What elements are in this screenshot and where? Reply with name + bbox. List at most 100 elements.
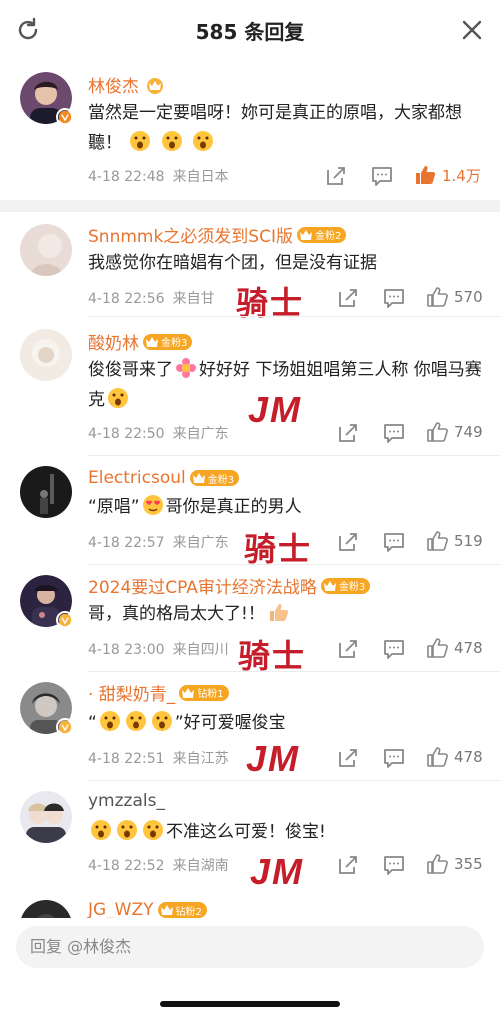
comment-meta: 4-18 22:56 来自甘 [88, 291, 215, 307]
comment-author[interactable]: Snnmmk之必须发到SCI版 金粉2 [88, 222, 347, 247]
crown-icon [160, 905, 173, 915]
crown-icon [192, 473, 205, 483]
comment-location: 来自日本 [172, 169, 229, 185]
comment-text: “”好可爱喔俊宝 [88, 708, 482, 738]
thumbs-up-icon [427, 747, 448, 767]
comment-text: 我感觉你在暗娼有个团，但是没有证据 [88, 253, 377, 273]
avatar[interactable] [20, 224, 72, 276]
main-comment: 林俊杰 當然是一定要唱呀！妳可是真正的原唱，大家都想聽！ 4-18 22:48 来… [0, 60, 500, 200]
stamp-text: JM [246, 738, 301, 779]
like-button[interactable]: 570 [426, 286, 483, 308]
reply-item: · 甜梨奶青_ 钻粉1 “”好可爱喔俊宝 4-18 22:51 来自江苏 JM 4… [0, 672, 500, 780]
comment-author[interactable]: ymzzals_ [88, 791, 165, 811]
thumbs-up-icon [427, 422, 448, 442]
home-indicator [160, 1001, 340, 1007]
flower-emoji-icon [176, 358, 196, 378]
fan-badge: 钻粉1 [179, 684, 229, 701]
share-icon[interactable] [336, 853, 360, 877]
comment-icon[interactable] [382, 421, 406, 445]
reply-item: JG_WZY 钻粉2 [0, 892, 500, 918]
like-button[interactable]: 478 [426, 637, 483, 659]
reply-item: ymzzals_ 不准这么可爱！俊宝! 4-18 22:52 来自湖南 JM 35… [0, 781, 500, 892]
comment-icon[interactable] [382, 746, 406, 770]
comment-meta: 4-18 22:52 来自湖南 [88, 858, 229, 874]
avatar[interactable] [20, 575, 74, 629]
share-icon[interactable] [336, 637, 360, 661]
surprised-emoji-icon [130, 131, 151, 151]
fan-badge: 钻粉2 [157, 902, 207, 918]
surprised-emoji-icon [151, 711, 172, 731]
comment-meta: 4-18 22:51 来自江苏 [88, 751, 229, 767]
close-icon[interactable] [458, 16, 486, 44]
thumbs-up-icon [427, 531, 448, 551]
comment-icon[interactable] [382, 530, 406, 554]
comment-meta: 4-18 22:57 来自广东 [88, 535, 229, 551]
comment-icon[interactable] [382, 853, 406, 877]
reply-item: Electricsoul 金粉3 “原唱” 哥你是真正的男人 4-18 22:57… [0, 456, 500, 567]
surprised-emoji-icon [125, 711, 146, 731]
avatar[interactable] [20, 791, 72, 843]
surprised-emoji-icon [117, 820, 137, 840]
avatar[interactable] [20, 329, 72, 381]
comment-meta: 4-18 22:48 来自日本 [88, 166, 229, 186]
comment-icon[interactable] [382, 637, 406, 661]
thumbs-up-icon [416, 166, 436, 184]
fan-badge: 金粉3 [143, 333, 193, 350]
crown-icon [182, 687, 195, 698]
surprised-emoji-icon [91, 820, 111, 840]
share-icon[interactable] [324, 164, 348, 188]
avatar[interactable] [20, 682, 74, 736]
share-icon[interactable] [336, 746, 360, 770]
fan-badge: 金粉2 [296, 226, 347, 243]
thumbs-up-icon [427, 287, 448, 307]
reply-input[interactable]: 回复 @林俊杰 [16, 926, 484, 968]
page-title: 585 条回复 [195, 19, 305, 44]
reply-item: 2024要过CPA审计经济法战略 金粉3 哥，真的格局太大了!！ 4-18 23… [0, 565, 500, 674]
surprised-emoji-icon [161, 131, 182, 151]
refresh-icon[interactable] [14, 16, 42, 44]
comment-author[interactable]: 林俊杰 [88, 72, 167, 97]
like-button[interactable]: 519 [426, 530, 483, 552]
surprised-emoji-icon [143, 820, 163, 840]
like-button[interactable]: 355 [426, 853, 483, 875]
avatar[interactable] [20, 72, 74, 126]
heart-eyes-emoji-icon [142, 495, 163, 515]
section-divider [0, 200, 500, 212]
share-icon[interactable] [336, 530, 360, 554]
avatar[interactable] [20, 900, 72, 918]
comment-author[interactable]: Electricsoul 金粉3 [88, 468, 240, 488]
like-button[interactable]: 1.4万 [414, 164, 481, 186]
stamp-text: JM [250, 851, 305, 892]
share-icon[interactable] [336, 286, 360, 310]
like-count: 1.4万 [442, 166, 481, 185]
avatar[interactable] [20, 466, 72, 518]
verified-badge-icon [56, 718, 74, 736]
like-button[interactable]: 478 [426, 746, 483, 768]
comment-icon[interactable] [382, 286, 406, 310]
surprised-emoji-icon [108, 388, 128, 408]
comment-meta: 4-18 22:50 来自广东 [88, 426, 229, 442]
comment-text: 哥，真的格局太大了!！ [88, 599, 482, 629]
comment-author[interactable]: · 甜梨奶青_ 钻粉1 [88, 680, 229, 705]
crown-icon [146, 336, 158, 347]
comment-meta: 4-18 23:00 来自四川 [88, 642, 229, 658]
comment-author[interactable]: JG_WZY 钻粉2 [88, 900, 207, 918]
comment-author[interactable]: 2024要过CPA审计经济法战略 金粉3 [88, 573, 371, 598]
reply-item: Snnmmk之必须发到SCI版 金粉2 我感觉你在暗娼有个团，但是没有证据 4-… [0, 212, 500, 321]
share-icon[interactable] [336, 421, 360, 445]
author-name: 林俊杰 [88, 77, 139, 97]
comment-date: 4-18 22:48 [88, 169, 165, 185]
like-button[interactable]: 749 [426, 421, 483, 443]
comment-text: “原唱” 哥你是真正的男人 [88, 492, 482, 522]
crown-icon [299, 229, 312, 240]
surprised-emoji-icon [99, 711, 120, 731]
thumbs-up-icon [427, 638, 448, 658]
surprised-emoji-icon [193, 131, 214, 151]
comment-text: 當然是一定要唱呀！妳可是真正的原唱，大家都想聽！ [88, 103, 462, 153]
reply-header: 585 条回复 [0, 0, 500, 60]
fan-badge: 金粉3 [320, 577, 371, 594]
comment-author[interactable]: 酸奶林 金粉3 [88, 329, 193, 354]
comment-text: 不准这么可爱！俊宝! [88, 817, 482, 847]
verified-badge-icon [56, 108, 74, 126]
comment-icon[interactable] [370, 164, 394, 188]
